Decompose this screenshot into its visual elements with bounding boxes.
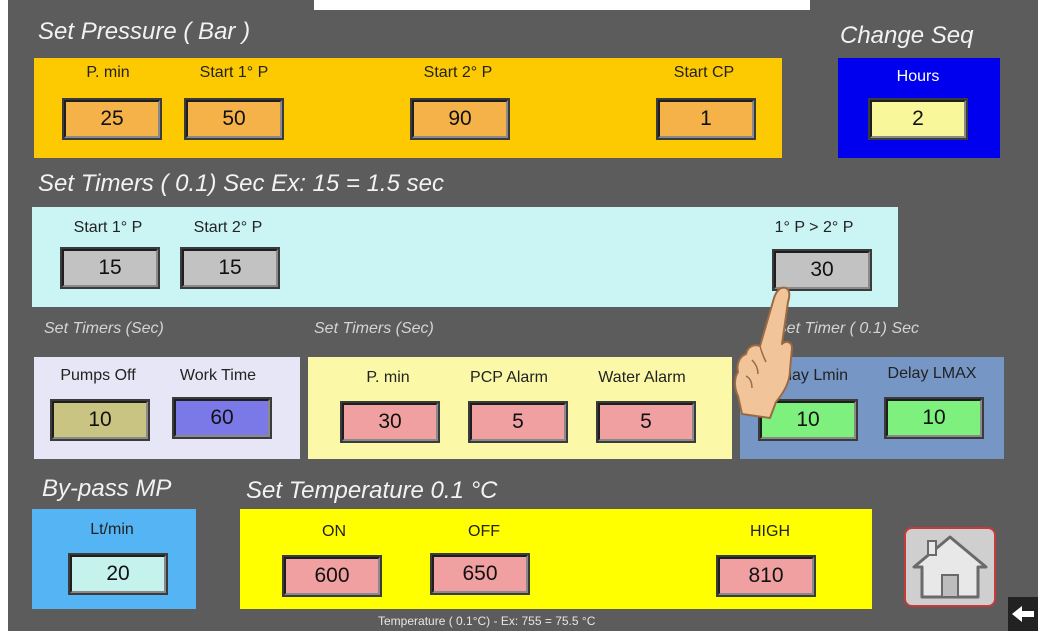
temp-high-label: HIGH (750, 523, 790, 540)
temp-high-field[interactable]: 810 (716, 555, 816, 597)
timers01-start1-field[interactable]: 15 (60, 247, 160, 289)
pressure-panel: P. min Start 1° P Start 2° P Start CP 25… (34, 58, 782, 158)
top-strip (314, 0, 810, 10)
timers01-start1-label: Start 1° P (73, 219, 143, 236)
timers01-p1p2-label: 1° P > 2° P (774, 219, 854, 236)
pressure-start1-field[interactable]: 50 (184, 98, 284, 140)
temp-off-field[interactable]: 650 (430, 553, 530, 595)
water-alarm-label: Water Alarm (598, 369, 686, 386)
pressure-start2-field[interactable]: 90 (410, 98, 510, 140)
timers-sec-a-title: Set Timers (Sec) (44, 320, 164, 337)
delay-lmax-label: Delay LMAX (887, 365, 977, 382)
temp-on-field[interactable]: 600 (282, 555, 382, 597)
timers-sec-a-panel: Pumps Off Work Time 10 60 (34, 357, 300, 459)
hours-label: Hours (896, 68, 940, 85)
ltmin-label: Lt/min (90, 521, 134, 538)
pressure-start2-label: Start 2° P (423, 64, 493, 81)
pumps-off-field[interactable]: 10 (50, 399, 150, 441)
timers01-title: Set Timers ( 0.1) Sec Ex: 15 = 1.5 sec (38, 170, 444, 197)
work-time-field[interactable]: 60 (172, 397, 272, 439)
pointing-hand-icon (734, 286, 793, 419)
pressure-startcp-label: Start CP (673, 64, 735, 81)
pumps-off-label: Pumps Off (60, 367, 136, 384)
pcp-alarm-label: PCP Alarm (470, 369, 548, 386)
home-button[interactable] (904, 527, 996, 607)
timers01-start2-label: Start 2° P (193, 219, 263, 236)
temperature-panel: ON OFF HIGH 600 650 810 (240, 509, 872, 609)
ltmin-field[interactable]: 20 (68, 553, 168, 595)
change-seq-title: Change Seq (840, 22, 974, 49)
bypass-panel: Lt/min 20 (32, 509, 196, 609)
pcp-alarm-field[interactable]: 5 (468, 401, 568, 443)
timers01-start2-field[interactable]: 15 (180, 247, 280, 289)
alarm-pmin-label: P. min (366, 369, 410, 386)
timers-sec-b-title: Set Timers (Sec) (314, 320, 434, 337)
pressure-start1-label: Start 1° P (199, 64, 269, 81)
footer-note: Temperature ( 0.1°C) - Ex: 755 = 75.5 °C (378, 614, 596, 628)
pressure-startcp-field[interactable]: 1 (656, 98, 756, 140)
home-icon (912, 535, 988, 599)
bypass-title: By-pass MP (42, 475, 172, 502)
pressure-pmin-field[interactable]: 25 (62, 98, 162, 140)
pressure-pmin-label: P. min (86, 64, 130, 81)
hours-field[interactable]: 2 (868, 98, 968, 140)
pressure-title: Set Pressure ( Bar ) (38, 18, 251, 45)
back-arrow-icon (1012, 606, 1034, 622)
temp-on-label: ON (322, 523, 346, 540)
work-time-label: Work Time (179, 367, 257, 384)
delay-lmax-field[interactable]: 10 (884, 397, 984, 439)
timers-sec-b-panel: P. min PCP Alarm Water Alarm 30 5 5 (308, 357, 732, 459)
temp-off-label: OFF (468, 523, 500, 540)
water-alarm-field[interactable]: 5 (596, 401, 696, 443)
alarm-pmin-field[interactable]: 30 (340, 401, 440, 443)
hmi-screen: Set Pressure ( Bar ) P. min Start 1° P S… (8, 0, 1038, 631)
back-button[interactable] (1008, 597, 1038, 631)
change-seq-panel: Hours 2 (838, 58, 1000, 158)
temperature-title: Set Temperature 0.1 °C (246, 477, 498, 504)
